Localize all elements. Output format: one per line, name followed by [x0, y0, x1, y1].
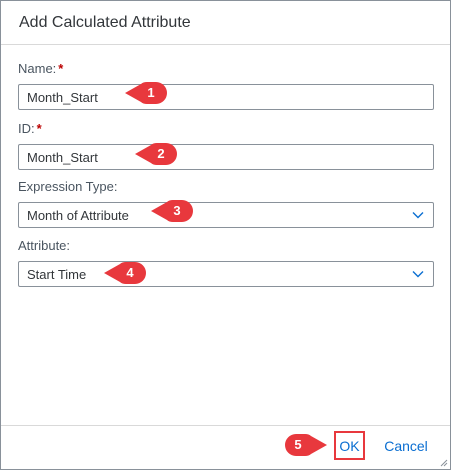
- chevron-down-icon[interactable]: [411, 208, 425, 222]
- callout-1-number: 1: [147, 85, 155, 100]
- name-required-mark: *: [58, 61, 64, 76]
- callout-2: 2: [135, 142, 179, 166]
- name-label: Name:: [18, 61, 57, 76]
- callout-2-number: 2: [157, 146, 165, 161]
- callout-5: 5: [283, 433, 327, 457]
- name-input-value: Month_Start: [27, 89, 98, 105]
- chevron-down-icon[interactable]: [411, 267, 425, 281]
- id-input-value: Month_Start: [27, 149, 98, 165]
- callout-4: 4: [104, 261, 148, 285]
- attribute-select[interactable]: Start Time: [18, 261, 434, 287]
- attribute-value: Start Time: [27, 266, 87, 282]
- expression-type-label: Expression Type:: [18, 179, 118, 194]
- id-required-mark: *: [36, 121, 42, 136]
- id-input[interactable]: Month_Start: [18, 144, 434, 170]
- expression-type-field-group: Expression Type: Month of Attribute: [18, 179, 434, 228]
- resize-grip-icon[interactable]: [438, 457, 448, 467]
- name-input[interactable]: Month_Start: [18, 84, 434, 110]
- add-calculated-attribute-dialog: Add Calculated Attribute Name: * Month_St…: [0, 0, 451, 470]
- attribute-field-group: Attribute: Start Time: [18, 238, 434, 287]
- callout-5-number: 5: [294, 437, 302, 452]
- callout-3-number: 3: [173, 203, 181, 218]
- name-field-group: Name: * Month_Start: [18, 61, 434, 110]
- dialog-footer: 5 OK Cancel: [1, 425, 450, 469]
- ok-button[interactable]: OK: [334, 431, 365, 460]
- dialog-title: Add Calculated Attribute: [19, 13, 191, 31]
- dialog-header: Add Calculated Attribute: [1, 1, 450, 45]
- expression-type-value: Month of Attribute: [27, 207, 129, 223]
- expression-type-select[interactable]: Month of Attribute: [18, 202, 434, 228]
- callout-3: 3: [151, 199, 195, 223]
- callout-4-number: 4: [126, 265, 134, 280]
- attribute-label: Attribute:: [18, 238, 71, 253]
- callout-1: 1: [125, 81, 169, 105]
- id-label: ID:: [18, 121, 35, 136]
- id-field-group: ID: * Month_Start: [18, 121, 434, 170]
- cancel-button[interactable]: Cancel: [377, 431, 435, 460]
